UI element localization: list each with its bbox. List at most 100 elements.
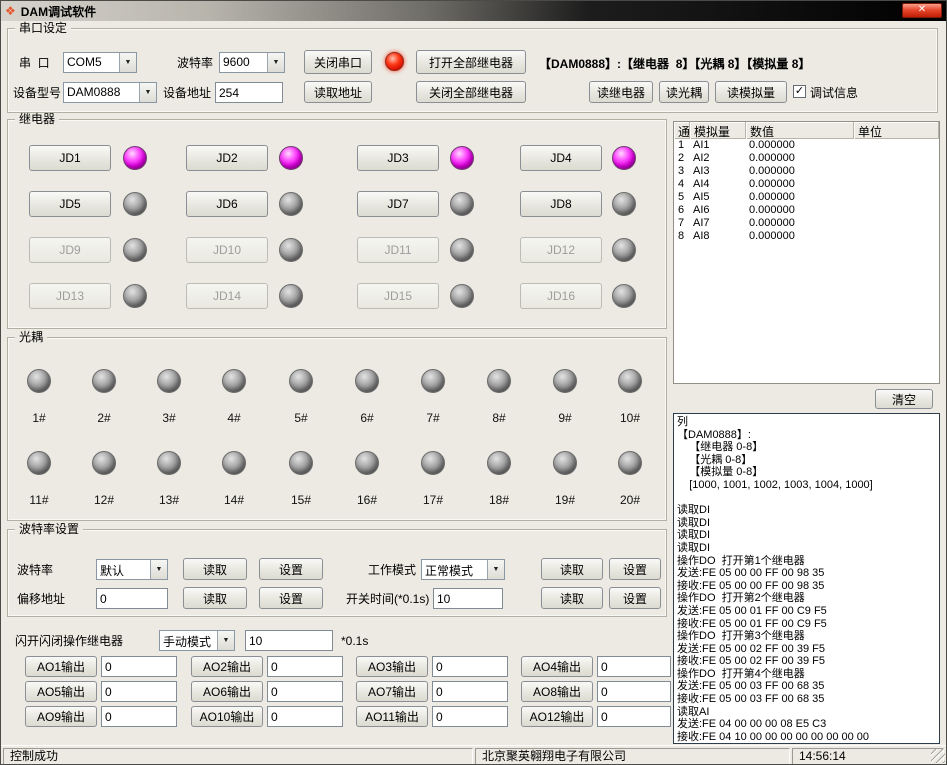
close-all-relays-button[interactable]: 关闭全部继电器 [416,81,526,103]
ao-output-button-9[interactable]: AO9输出 [25,706,97,727]
device-address-input[interactable] [215,82,283,103]
table-row[interactable]: 8AI80.000000 [674,230,939,243]
table-row[interactable]: 3AI30.000000 [674,165,939,178]
ao-output-button-1[interactable]: AO1输出 [25,656,97,677]
table-row[interactable]: 1AI10.000000 [674,139,939,152]
table-row[interactable]: 2AI20.000000 [674,152,939,165]
ao-output-button-4[interactable]: AO4输出 [521,656,593,677]
chevron-down-icon[interactable]: ▼ [150,560,167,579]
read-opto-button[interactable]: 读光耦 [659,81,709,103]
ao-value-input-4[interactable] [597,656,671,677]
opto-label-18: 18# [477,493,521,507]
relay-indicator-jd8-icon [612,192,636,216]
chevron-down-icon[interactable]: ▼ [267,53,284,72]
relay-button-jd3[interactable]: JD3 [357,145,439,171]
switch-time-set-button[interactable]: 设置 [609,587,661,609]
flash-mode-select[interactable]: 手动模式 ▼ [159,630,235,651]
ao-output-button-3[interactable]: AO3输出 [356,656,428,677]
offset-read-button[interactable]: 读取 [183,587,247,609]
read-analog-button[interactable]: 读模拟量 [715,81,787,103]
ao-output-button-6[interactable]: AO6输出 [191,681,263,702]
switch-time-input[interactable] [433,588,503,609]
chevron-down-icon[interactable]: ▼ [139,83,156,102]
workmode-label: 工作模式 [368,563,416,577]
ao-value-input-7[interactable] [432,681,508,702]
table-row[interactable]: 7AI70.000000 [674,217,939,230]
ao-value-input-12[interactable] [597,706,671,727]
ao-output-button-5[interactable]: AO5输出 [25,681,97,702]
offset-address-input[interactable] [96,588,168,609]
relay-button-jd10: JD10 [186,237,268,263]
baudrate-select[interactable]: 9600 ▼ [219,52,285,73]
relay-button-jd8[interactable]: JD8 [520,191,602,217]
close-button[interactable]: ✕ [902,3,942,18]
relay-button-jd7[interactable]: JD7 [357,191,439,217]
device-model-select[interactable]: DAM0888 ▼ [63,82,157,103]
ao-output-button-12[interactable]: AO12输出 [521,706,593,727]
status-time: 14:56:14 [792,748,944,765]
relay-button-jd2[interactable]: JD2 [186,145,268,171]
table-row[interactable]: 5AI50.000000 [674,191,939,204]
ao-output-button-7[interactable]: AO7输出 [356,681,428,702]
chevron-down-icon[interactable]: ▼ [217,631,234,650]
opto-channel-8: 8# [477,369,521,425]
workmode-read-button[interactable]: 读取 [541,558,603,580]
ao-value-input-6[interactable] [267,681,343,702]
status-company: 北京聚英翱翔电子有限公司 [475,748,790,765]
clear-button[interactable]: 清空 [875,389,933,409]
titlebar[interactable]: ❖ DAM调试软件 ✕ [1,1,946,21]
device-address-label: 设备地址 [163,86,211,100]
ao-value-input-3[interactable] [432,656,508,677]
ao-value-input-9[interactable] [101,706,177,727]
chevron-down-icon[interactable]: ▼ [119,53,136,72]
opto-label-6: 6# [345,411,389,425]
ao-value-input-11[interactable] [432,706,508,727]
baud-set-button[interactable]: 设置 [259,558,323,580]
relay-button-jd4[interactable]: JD4 [520,145,602,171]
opto-label-19: 19# [543,493,587,507]
open-all-relays-button[interactable]: 打开全部继电器 [416,50,526,74]
ao-value-input-2[interactable] [267,656,343,677]
debug-info-checkbox[interactable]: ✓ [793,85,806,98]
relay-button-jd1[interactable]: JD1 [29,145,111,171]
read-address-button[interactable]: 读取地址 [304,81,372,103]
flash-time-input[interactable] [245,630,333,651]
resize-grip[interactable] [931,749,945,763]
ao-output-button-8[interactable]: AO8输出 [521,681,593,702]
ao-output-button-11[interactable]: AO11输出 [356,706,428,727]
opto-channel-15: 15# [279,451,323,507]
log-output[interactable]: 列 【DAM0888】: 【继电器 0-8】 【光耦 0-8】 【模拟量 0-8… [673,413,940,744]
cell-value: 0.000000 [746,230,854,243]
workmode-set-button[interactable]: 设置 [609,558,661,580]
ao-value-input-8[interactable] [597,681,671,702]
baud-setting-label: 波特率 [17,563,53,577]
baud-setting-select[interactable]: 默认 ▼ [96,559,168,580]
relay-indicator-jd14-icon [279,284,303,308]
baud-read-button[interactable]: 读取 [183,558,247,580]
close-serial-button[interactable]: 关闭串口 [304,50,372,74]
col-header-channel[interactable]: 通 [674,122,690,139]
ao-value-input-10[interactable] [267,706,343,727]
port-select[interactable]: COM5 ▼ [63,52,137,73]
relay-indicator-jd11-icon [450,238,474,262]
ao-output-button-2[interactable]: AO2输出 [191,656,263,677]
read-relay-button[interactable]: 读继电器 [589,81,653,103]
workmode-select[interactable]: 正常模式 ▼ [421,559,505,580]
table-row[interactable]: 4AI40.000000 [674,178,939,191]
col-header-analog[interactable]: 模拟量 [690,122,746,139]
cell-unit [854,191,939,204]
port-select-value: COM5 [64,53,119,72]
col-header-unit[interactable]: 单位 [854,122,939,139]
ao-value-input-5[interactable] [101,681,177,702]
offset-set-button[interactable]: 设置 [259,587,323,609]
ao-output-button-10[interactable]: AO10输出 [191,706,263,727]
table-row[interactable]: 6AI60.000000 [674,204,939,217]
chevron-down-icon[interactable]: ▼ [487,560,504,579]
relay-button-jd5[interactable]: JD5 [29,191,111,217]
relay-button-jd6[interactable]: JD6 [186,191,268,217]
col-header-value[interactable]: 数值 [746,122,854,139]
switch-time-read-button[interactable]: 读取 [541,587,603,609]
ao-value-input-1[interactable] [101,656,177,677]
opto-channel-9: 9# [543,369,587,425]
opto-label-20: 20# [608,493,652,507]
